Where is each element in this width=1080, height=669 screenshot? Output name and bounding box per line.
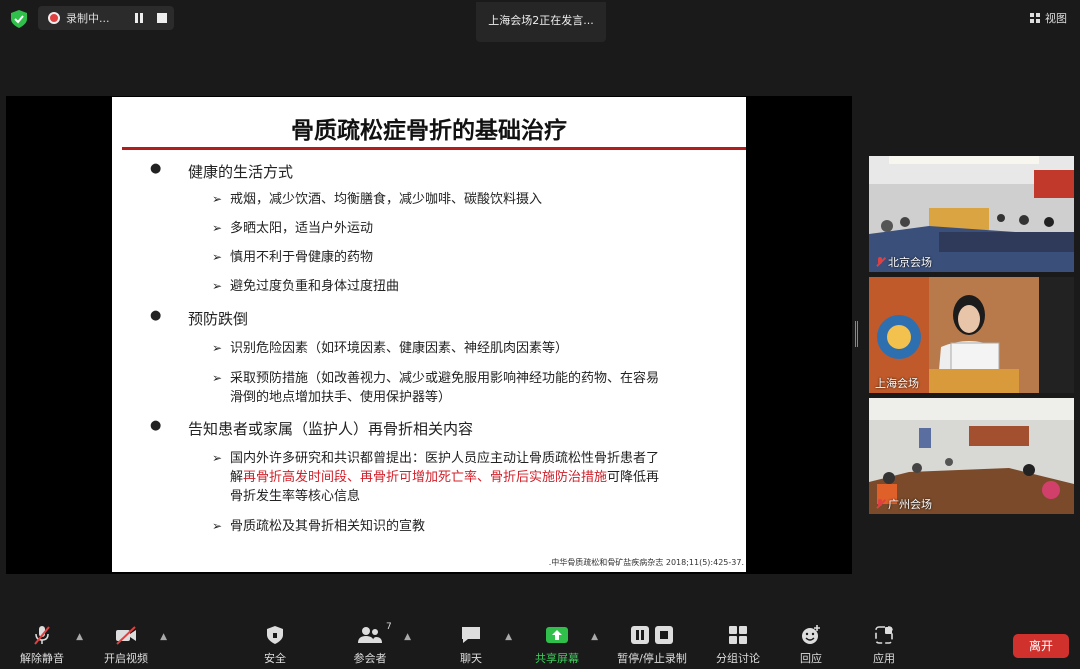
chevron-up-icon[interactable]: ▲	[160, 632, 167, 642]
breakout-grid-icon	[729, 626, 747, 644]
smiley-add-icon	[802, 625, 820, 644]
stop-icon	[655, 626, 673, 644]
panel-resize-handle[interactable]	[855, 321, 858, 347]
record-dot-icon	[48, 12, 60, 24]
tile-label: 北京会场	[875, 254, 932, 270]
list-item: 慎用不利于骨健康的药物	[212, 248, 373, 267]
list-item-continuation: 骨折发生率等核心信息	[230, 489, 361, 504]
top-bar: 录制中... 上海会场2正在发言... 视图	[0, 0, 1080, 42]
chat-icon	[462, 627, 480, 643]
section-heading: 预防跌倒	[150, 308, 248, 329]
section-heading: 告知患者或家属（监护人）再骨折相关内容	[150, 418, 473, 439]
unmute-button[interactable]: 解除静音 ▲	[7, 624, 83, 666]
slide-title: 骨质疏松症骨折的基础治疗	[291, 117, 567, 144]
security-button[interactable]: 安全	[240, 624, 310, 666]
shield-icon	[267, 626, 283, 644]
chevron-up-icon[interactable]: ▲	[76, 632, 83, 642]
view-button[interactable]: 视图	[1030, 10, 1067, 26]
mic-off-icon	[34, 626, 50, 645]
video-tile-beijing[interactable]: 北京会场	[869, 156, 1074, 272]
stop-recording-icon[interactable]	[157, 13, 167, 23]
title-divider	[122, 147, 746, 150]
list-item: 多晒太阳，适当户外运动	[212, 219, 373, 238]
mic-muted-icon	[875, 257, 885, 267]
participant-count: 7	[386, 622, 392, 632]
video-tile-guangzhou[interactable]: 广州会场	[869, 398, 1074, 514]
chat-button[interactable]: 聊天 ▲	[436, 624, 512, 666]
tile-label: 广州会场	[875, 496, 932, 512]
pause-recording-icon[interactable]	[134, 13, 144, 23]
apps-icon	[875, 626, 893, 644]
list-item: 避免过度负重和身体过度扭曲	[212, 277, 399, 296]
chevron-up-icon[interactable]: ▲	[591, 632, 598, 642]
list-item: 采取预防措施（如改善视力、减少或避免服用影响神经功能的药物、在容易	[212, 369, 659, 388]
chevron-up-icon[interactable]: ▲	[404, 632, 411, 642]
recording-label: 录制中...	[66, 12, 110, 25]
list-item: 戒烟，减少饮酒、均衡膳食，减少咖啡、碳酸饮料摄入	[212, 190, 542, 209]
presentation-slide: 骨质疏松症骨折的基础治疗 健康的生活方式 戒烟，减少饮酒、均衡膳食，减少咖啡、碳…	[112, 97, 746, 572]
citation: .中华骨质疏松和骨矿盐疾病杂志 2018;11(5):425-37.	[548, 558, 744, 567]
apps-button[interactable]: 应用	[849, 624, 919, 666]
active-speaker-status: 上海会场2正在发言...	[476, 2, 606, 42]
tile-label: 上海会场	[875, 377, 919, 390]
mic-muted-icon	[875, 499, 885, 509]
list-item: 骨质疏松及其骨折相关知识的宣教	[212, 517, 425, 536]
participants-button[interactable]: 7 参会者 ▲	[335, 622, 412, 666]
list-item: 国内外许多研究和共识都曾提出：医护人员应主动让骨质疏松性骨折患者了	[212, 449, 659, 468]
start-video-button[interactable]: 开启视频 ▲	[91, 624, 167, 666]
share-screen-icon	[546, 627, 568, 643]
pause-stop-recording-button[interactable]: 暂停/停止录制	[612, 624, 692, 666]
breakout-rooms-button[interactable]: 分组讨论	[703, 624, 773, 666]
chevron-up-icon[interactable]: ▲	[505, 632, 512, 642]
video-off-icon	[116, 626, 136, 645]
reactions-button[interactable]: 回应	[776, 624, 846, 666]
grid-view-icon	[1030, 12, 1041, 24]
share-screen-button[interactable]: 共享屏幕 ▲	[522, 624, 598, 666]
view-label: 视图	[1045, 12, 1067, 25]
pause-icon	[631, 626, 649, 644]
recording-indicator: 录制中...	[38, 6, 174, 30]
list-item-continuation: 滑倒的地点增加扶手、使用保护器等）	[230, 390, 452, 405]
list-item: 识别危险因素（如环境因素、健康因素、神经肌肉因素等）	[212, 339, 568, 358]
video-tile-shanghai[interactable]: 上海会场	[869, 277, 1074, 393]
meeting-toolbar: 解除静音 ▲ 开启视频 ▲ 安全 7 参会者 ▲ 聊天 ▲ 共享屏幕 ▲ 暂停/…	[0, 618, 1080, 669]
participants-icon	[358, 627, 382, 643]
highlight-text: 再骨折高发时间段、再骨折可增加死亡率、骨折后实施防治措施	[243, 470, 608, 485]
list-item-continuation: 解再骨折高发时间段、再骨折可增加死亡率、骨折后实施防治措施可降低再	[230, 470, 660, 485]
section-heading: 健康的生活方式	[150, 161, 293, 182]
leave-meeting-button[interactable]: 离开	[1013, 634, 1069, 658]
shield-check-icon[interactable]	[11, 10, 27, 28]
